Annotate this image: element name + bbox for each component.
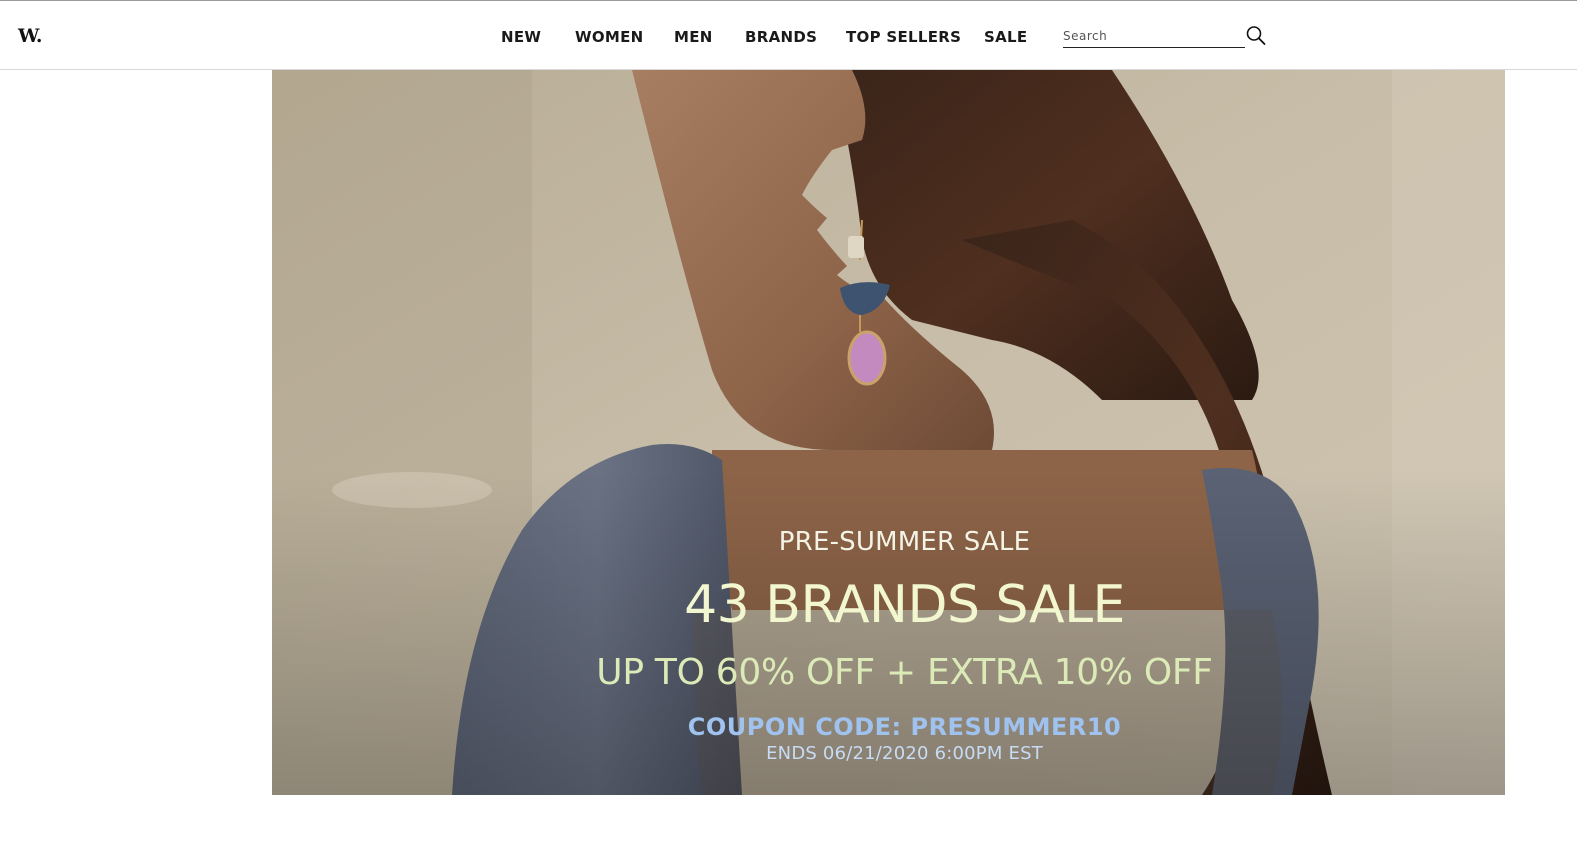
nav-item-top-sellers[interactable]: TOP SELLERS xyxy=(846,26,961,48)
search-icon[interactable] xyxy=(1245,25,1267,47)
site-header: W. NEW WOMEN MEN BRANDS TOP SELLERS SALE xyxy=(0,1,1577,70)
nav-item-new[interactable]: NEW xyxy=(501,26,541,48)
search-input[interactable] xyxy=(1063,27,1241,45)
hero-banner[interactable]: PRE-SUMMER SALE 43 BRANDS SALE UP TO 60%… xyxy=(272,70,1505,795)
nav-item-women[interactable]: WOMEN xyxy=(575,26,644,48)
promo-offer: UP TO 60% OFF + EXTRA 10% OFF xyxy=(596,652,1213,693)
promo-end-date: ENDS 06/21/2020 6:00PM EST xyxy=(766,743,1043,764)
nav-item-brands[interactable]: BRANDS xyxy=(745,26,817,48)
promo-kicker: PRE-SUMMER SALE xyxy=(778,527,1031,557)
nav-item-sale[interactable]: SALE xyxy=(984,26,1027,48)
coupon-code: COUPON CODE: PRESUMMER10 xyxy=(687,713,1122,741)
site-logo[interactable]: W. xyxy=(18,25,43,47)
promo-headline: 43 BRANDS SALE xyxy=(684,575,1125,635)
search-field xyxy=(1063,23,1245,48)
nav-item-men[interactable]: MEN xyxy=(674,26,713,48)
